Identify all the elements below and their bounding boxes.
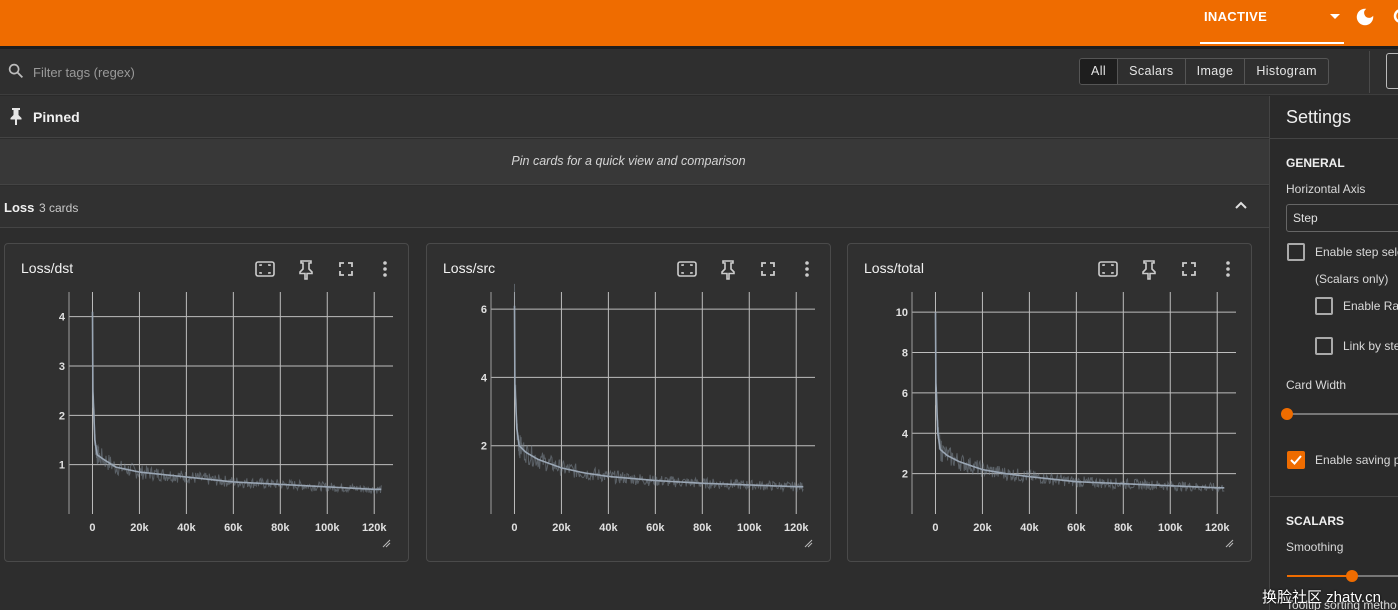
y-tick-label: 4 bbox=[481, 372, 488, 384]
x-tick-label: 100k bbox=[315, 522, 340, 534]
enable-step-selection-checkbox[interactable] bbox=[1287, 243, 1305, 261]
settings-divider bbox=[1270, 138, 1398, 139]
y-tick-label: 6 bbox=[481, 304, 487, 316]
chevron-down-icon[interactable] bbox=[1330, 14, 1340, 19]
link-by-step-label: Link by ste bbox=[1343, 339, 1398, 353]
x-tick-label: 120k bbox=[362, 522, 387, 534]
x-tick-label: 0 bbox=[511, 522, 517, 534]
plugin-selector-underline bbox=[1200, 42, 1344, 44]
y-tick-label: 2 bbox=[481, 441, 487, 453]
enable-saving-checkbox[interactable] bbox=[1287, 451, 1305, 469]
filter-divider bbox=[1369, 51, 1370, 93]
y-tick-label: 8 bbox=[902, 348, 908, 360]
x-tick-label: 80k bbox=[271, 522, 290, 534]
scalar-card: Loss/total 0 20k 40k 60k 80k 100k 120k 2 4 6 8 10 bbox=[847, 243, 1252, 562]
horizontal-axis-label: Horizontal Axis bbox=[1286, 182, 1366, 196]
y-tick-label: 2 bbox=[59, 410, 65, 422]
y-tick-label: 2 bbox=[902, 469, 908, 481]
smoothed-series-line bbox=[91, 311, 382, 491]
x-tick-label: 20k bbox=[552, 522, 571, 534]
settings-divider bbox=[1270, 496, 1398, 497]
card-group-name: Loss bbox=[4, 200, 35, 215]
horizontal-axis-select[interactable]: Step bbox=[1286, 204, 1398, 232]
main-dashboard: Pinned Pin cards for a quick view and co… bbox=[0, 96, 1269, 610]
general-section-title: GENERAL bbox=[1286, 156, 1345, 170]
card-group-count: 3 cards bbox=[39, 201, 79, 215]
card-width-slider-track[interactable] bbox=[1287, 413, 1398, 415]
y-tick-label: 1 bbox=[59, 460, 65, 472]
x-tick-label: 40k bbox=[1020, 522, 1039, 534]
y-tick-label: 3 bbox=[59, 361, 65, 373]
dark-mode-moon-icon[interactable] bbox=[1354, 6, 1376, 28]
pinned-section-header: Pinned bbox=[0, 96, 1269, 138]
enable-step-selection-label: Enable step sele bbox=[1315, 245, 1398, 259]
scalar-card: Loss/dst 0 20k 40k 60k 80k 100k 120k 1 2 3 4 bbox=[4, 243, 409, 562]
resize-handle-icon bbox=[1225, 539, 1234, 548]
settings-icon[interactable] bbox=[1392, 8, 1398, 24]
settings-title: Settings bbox=[1286, 107, 1352, 127]
search-icon bbox=[8, 63, 24, 79]
y-tick-label: 10 bbox=[896, 307, 908, 319]
x-tick-label: 0 bbox=[89, 522, 95, 534]
run-selector-toggle[interactable] bbox=[1386, 53, 1398, 89]
checkmark-icon bbox=[1290, 455, 1302, 465]
x-tick-label: 0 bbox=[932, 522, 938, 534]
x-tick-label: 100k bbox=[737, 522, 762, 534]
plugin-selector-label[interactable]: INACTIVE bbox=[1204, 9, 1267, 24]
smoothing-slider-fill bbox=[1287, 575, 1352, 577]
x-tick-label: 60k bbox=[646, 522, 665, 534]
smoothed-series-line bbox=[934, 312, 1225, 489]
card-type-filter: All Scalars Image Histogram bbox=[1079, 58, 1329, 85]
watermark-text: 换脸社区 zhatv.cn bbox=[1262, 589, 1381, 606]
resize-handle-icon bbox=[804, 539, 813, 548]
x-tick-label: 40k bbox=[177, 522, 196, 534]
x-tick-label: 80k bbox=[1114, 522, 1133, 534]
enable-saving-label: Enable saving p bbox=[1315, 453, 1398, 467]
x-tick-label: 120k bbox=[1205, 522, 1230, 534]
card-width-slider-thumb[interactable] bbox=[1281, 408, 1293, 420]
resize-handle-icon bbox=[382, 539, 391, 548]
enable-range-label: Enable Ran bbox=[1343, 299, 1398, 313]
pinned-empty-state: Pin cards for a quick view and compariso… bbox=[0, 139, 1269, 185]
pinned-empty-message: Pin cards for a quick view and compariso… bbox=[511, 154, 746, 168]
scalars-only-label: (Scalars only) bbox=[1315, 272, 1389, 286]
loss-src-chart[interactable]: 0 20k 40k 60k 80k 100k 120k 2 4 6 bbox=[427, 244, 830, 561]
chevron-up-icon[interactable] bbox=[1233, 198, 1249, 214]
y-tick-label: 6 bbox=[902, 388, 908, 400]
loss-total-chart[interactable]: 0 20k 40k 60k 80k 100k 120k 2 4 6 8 10 bbox=[848, 244, 1251, 561]
x-tick-label: 60k bbox=[224, 522, 243, 534]
x-tick-label: 20k bbox=[130, 522, 149, 534]
type-image-button[interactable]: Image bbox=[1186, 59, 1246, 84]
smoothing-slider-thumb[interactable] bbox=[1346, 570, 1358, 582]
enable-range-checkbox[interactable] bbox=[1315, 297, 1333, 315]
smoothing-label: Smoothing bbox=[1286, 540, 1344, 554]
top-app-bar bbox=[0, 0, 1398, 46]
x-tick-label: 20k bbox=[973, 522, 992, 534]
smoothed-series-line bbox=[513, 305, 804, 488]
scalars-section-title: SCALARS bbox=[1286, 514, 1345, 528]
card-group-header[interactable]: Loss 3 cards bbox=[0, 186, 1269, 228]
card-width-label: Card Width bbox=[1286, 378, 1347, 392]
link-by-step-checkbox[interactable] bbox=[1315, 337, 1333, 355]
tag-filter-input[interactable] bbox=[33, 62, 333, 82]
y-tick-label: 4 bbox=[59, 312, 66, 324]
raw-series-line bbox=[92, 312, 382, 494]
x-tick-label: 120k bbox=[784, 522, 809, 534]
raw-series-line bbox=[514, 283, 804, 493]
type-scalars-button[interactable]: Scalars bbox=[1118, 59, 1186, 84]
x-tick-label: 40k bbox=[599, 522, 618, 534]
x-tick-label: 80k bbox=[693, 522, 712, 534]
filter-bar: All Scalars Image Histogram bbox=[0, 49, 1398, 95]
type-all-button[interactable]: All bbox=[1080, 59, 1119, 84]
y-tick-label: 4 bbox=[902, 428, 909, 440]
pinned-section-title: Pinned bbox=[33, 109, 80, 125]
settings-panel: Settings GENERAL Horizontal Axis Step En… bbox=[1269, 96, 1398, 610]
x-tick-label: 60k bbox=[1067, 522, 1086, 534]
x-tick-label: 100k bbox=[1158, 522, 1183, 534]
scalar-card: Loss/src 0 20k 40k 60k 80k 100k 120k 2 4 6 bbox=[426, 243, 831, 562]
pin-icon bbox=[10, 108, 22, 125]
horizontal-axis-value: Step bbox=[1293, 211, 1318, 225]
type-histogram-button[interactable]: Histogram bbox=[1245, 59, 1328, 84]
loss-dst-chart[interactable]: 0 20k 40k 60k 80k 100k 120k 1 2 3 4 bbox=[5, 244, 408, 561]
